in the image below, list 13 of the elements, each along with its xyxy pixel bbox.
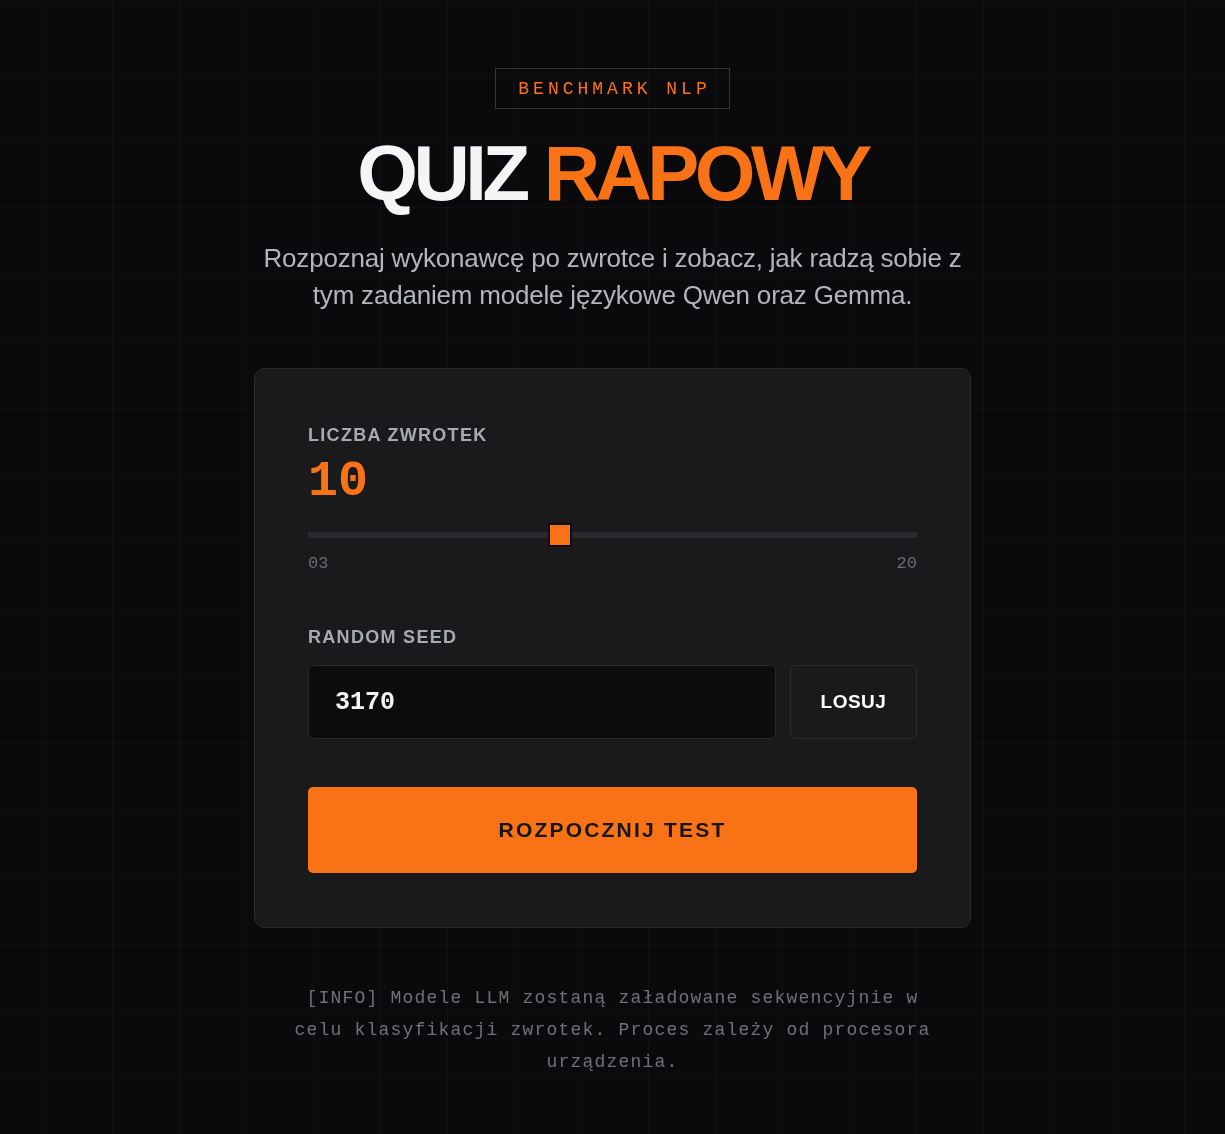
range-min-label: 03 (308, 554, 329, 574)
seed-input[interactable]: 3170 (308, 665, 776, 739)
category-badge: BENCHMARK NLP (495, 68, 730, 109)
title-word: RAPOWY (543, 135, 868, 211)
subtitle: Rozpoznaj wykonawcę po zwrotce i zobacz, jak radzą sobie z tym zadaniem modele językowe Qwen oraz Gemma. (262, 242, 963, 312)
info-note: [INFO] Modele LLM zostaną załadowane sekwencyjnie w celu klasyfikacji zwrotek. Proces zależy od procesora urządzenia. (293, 987, 932, 1074)
randomize-button[interactable]: LOSUJ (790, 665, 917, 739)
start-button[interactable]: ROZPOCZNIJ TEST (308, 787, 917, 873)
range-max-label: 20 (896, 554, 917, 574)
slider-value: 10 (308, 458, 369, 506)
field-label: RANDOM SEED (308, 627, 459, 648)
slider-thumb[interactable] (547, 523, 572, 547)
slider-label: LICZBA ZWROTEK (308, 425, 489, 446)
